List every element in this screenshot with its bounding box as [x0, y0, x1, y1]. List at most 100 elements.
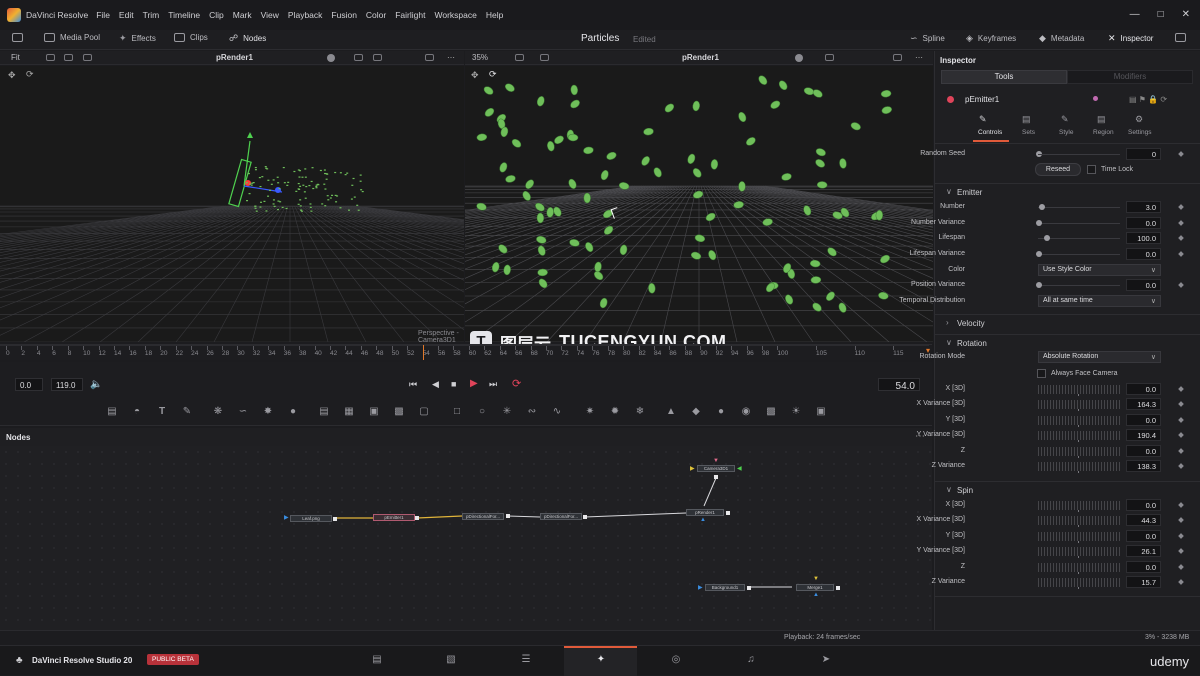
menu-fairlight[interactable]: Fairlight [395, 10, 425, 20]
rot-x-value[interactable]: 0.0 [1126, 383, 1161, 395]
lut-icon[interactable] [64, 54, 73, 61]
rot-xv-dial[interactable] [1038, 400, 1120, 409]
keyframe-diamond-icon[interactable] [1178, 401, 1184, 407]
tool-enable-icon[interactable] [947, 96, 954, 103]
number-value[interactable]: 3.0 [1126, 201, 1161, 213]
imageplane3d-icon[interactable]: ▣ [815, 406, 827, 418]
menu-help[interactable]: Help [486, 10, 503, 20]
position-variance-value[interactable]: 0.0 [1126, 279, 1161, 291]
right-viewer[interactable]: ✥ ⟳ [465, 66, 933, 342]
keyframe-diamond-icon[interactable] [1178, 251, 1184, 257]
tab-modifiers[interactable]: Modifiers [1067, 70, 1193, 84]
rot-z-dial[interactable] [1038, 447, 1120, 456]
keyframe-diamond-icon[interactable] [1178, 517, 1184, 523]
wand-mask-icon[interactable]: ∿ [551, 406, 563, 418]
output-port[interactable] [583, 515, 587, 519]
spin-y-dial[interactable] [1038, 532, 1120, 541]
menu-edit[interactable]: Edit [119, 10, 134, 20]
mask-tool-icon[interactable]: ▣ [368, 406, 380, 418]
menu-playback[interactable]: Playback [288, 10, 323, 20]
output-port[interactable] [506, 514, 510, 518]
rot-x-dial[interactable] [1038, 385, 1120, 394]
view-options-icon[interactable] [46, 54, 55, 61]
transform-tool-icon[interactable]: ▦ [343, 406, 355, 418]
bspline-tool-icon[interactable]: ∽ [237, 406, 249, 418]
bg-input-icon[interactable]: ▶ [698, 584, 703, 591]
matte-tool-icon[interactable]: ▩ [393, 406, 405, 418]
text3d-icon[interactable]: ◆ [690, 406, 702, 418]
output-port[interactable] [747, 586, 751, 590]
menu-mark[interactable]: Mark [233, 10, 252, 20]
spline-button[interactable]: ∽ Spline [910, 33, 945, 44]
clips-button[interactable]: Clips [174, 33, 208, 42]
keyframes-button[interactable]: ◈ Keyframes [966, 33, 1016, 44]
keyframe-diamond-icon[interactable] [1178, 432, 1184, 438]
stop-icon[interactable]: ■ [451, 379, 456, 389]
audio-icon[interactable]: 🔈 [90, 379, 102, 390]
glow-tool-icon[interactable]: ✸ [262, 406, 274, 418]
metadata-button[interactable]: ◆ Metadata [1039, 33, 1084, 44]
ellipse-tool-icon[interactable]: ○ [476, 406, 488, 418]
current-frame-field[interactable]: 54.0 [878, 378, 920, 392]
blur-tool-icon[interactable]: ● [287, 406, 299, 418]
node-pdirectionalforce2[interactable]: pDirectionalFor... [540, 513, 582, 520]
render-end-field[interactable]: 119.0 [51, 378, 83, 391]
rot-zv-dial[interactable] [1038, 462, 1120, 471]
edit-page-icon[interactable]: ☰ [519, 654, 533, 666]
merge3d-icon[interactable]: ● [715, 406, 727, 418]
background-tool-icon[interactable]: ▤ [106, 406, 118, 418]
reseed-button[interactable]: Reseed [1035, 163, 1081, 176]
move-icon[interactable]: ✥ [8, 70, 16, 81]
node-pemitter1[interactable]: pEmitter1 [373, 514, 415, 521]
right-viewer-more-icon[interactable]: ⋯ [915, 53, 923, 62]
menu-workspace[interactable]: Workspace [434, 10, 476, 20]
output-port[interactable] [415, 516, 419, 520]
output-port[interactable] [726, 511, 730, 515]
keyframe-diamond-icon[interactable] [1178, 235, 1184, 241]
merge-bg-input-icon[interactable]: ▼ [813, 576, 819, 582]
spin-xv-value[interactable]: 44.3 [1126, 514, 1161, 526]
tab-tools[interactable]: Tools [941, 70, 1067, 84]
fullscreen-icon-right[interactable] [893, 54, 902, 61]
left-viewer-more-icon[interactable]: ⋯ [447, 53, 455, 62]
merge-tool-icon[interactable]: ▤ [318, 406, 330, 418]
channel-icon[interactable] [327, 54, 335, 62]
rot-xv-value[interactable]: 164.3 [1126, 398, 1161, 410]
controls-tab-icon[interactable]: ✎ [979, 114, 987, 125]
lifespan-value[interactable]: 100.0 [1126, 232, 1161, 244]
spin-section[interactable]: ∨ Spin [935, 481, 1200, 497]
renderer3d-icon[interactable]: ▩ [765, 406, 777, 418]
rot-yv-dial[interactable] [1038, 431, 1120, 440]
media-page-icon[interactable]: ▤ [370, 654, 384, 666]
nodes-button[interactable]: ☍ Nodes [229, 33, 266, 44]
left-viewer[interactable]: ✥ ⟳ Perspective - Camera3D1 [0, 66, 464, 342]
play-icon[interactable]: ▶ [470, 378, 478, 389]
number-slider[interactable] [1039, 204, 1045, 210]
spin-x-value[interactable]: 0.0 [1126, 499, 1161, 511]
menu-color[interactable]: Color [366, 10, 386, 20]
rot-yv-value[interactable]: 190.4 [1126, 429, 1161, 441]
lifespan-variance-slider[interactable] [1036, 251, 1042, 257]
channel-icon-right[interactable] [795, 54, 803, 62]
camera-right-port-icon[interactable]: ◀ [737, 465, 742, 472]
rotation-section[interactable]: ∨ Rotation [935, 334, 1200, 350]
keyframe-diamond-icon[interactable] [1178, 548, 1184, 554]
more-options-button[interactable] [1175, 33, 1186, 42]
curve-mask-icon[interactable]: ∾ [526, 406, 538, 418]
always-face-camera-checkbox[interactable] [1037, 369, 1046, 378]
go-to-start-icon[interactable]: ⏮ [409, 379, 417, 390]
rot-y-dial[interactable] [1038, 416, 1120, 425]
lifespan-slider[interactable] [1044, 235, 1050, 241]
rot-z-value[interactable]: 0.0 [1126, 445, 1161, 457]
menu-view[interactable]: View [261, 10, 279, 20]
rotation-mode-dropdown[interactable]: Absolute Rotation ∨ [1038, 351, 1161, 363]
spin-xv-dial[interactable] [1038, 516, 1120, 525]
tool-options-icons[interactable]: ▤ ⚑ 🔒 ⟳ [1129, 95, 1167, 104]
keyframe-diamond-icon[interactable] [1178, 204, 1184, 210]
node-pdirectionalforce1[interactable]: pDirectionalFor... [462, 513, 504, 520]
brush-tool-icon[interactable]: ✎ [181, 406, 193, 418]
overlay-icon[interactable] [354, 54, 363, 61]
paint-tool-icon[interactable]: ◓ [131, 406, 143, 418]
reset-view-icon-right[interactable]: ⟳ [489, 69, 497, 80]
camera-input-icon[interactable]: ▼ [713, 458, 719, 464]
